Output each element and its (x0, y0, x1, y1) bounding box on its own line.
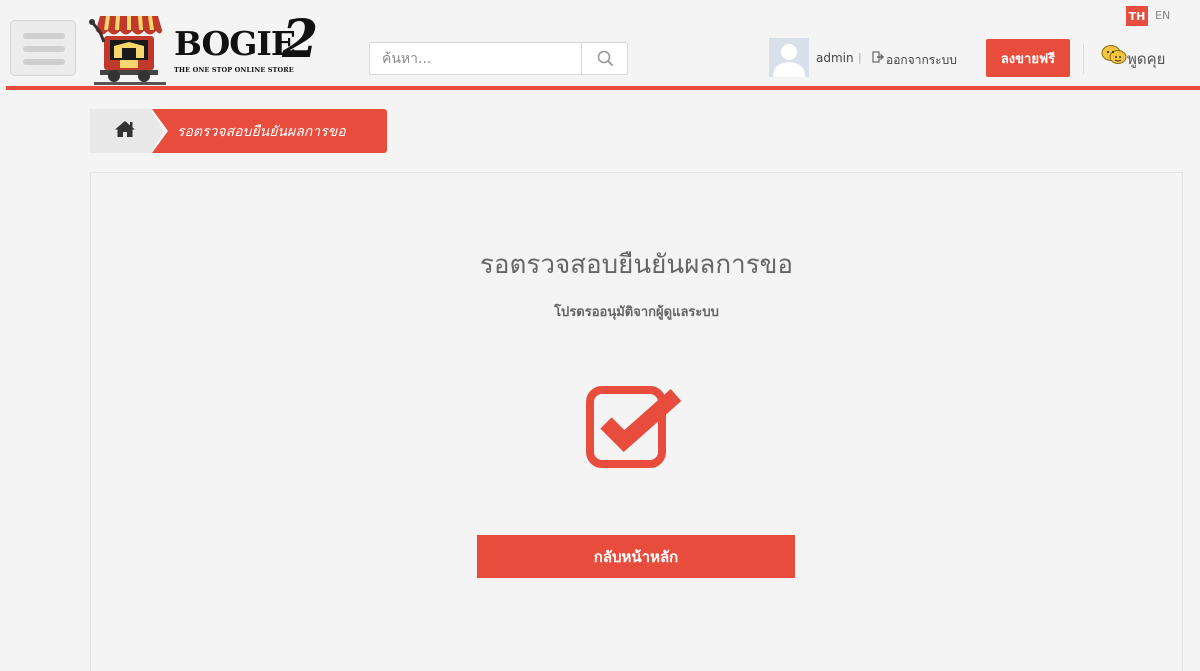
chat-link[interactable]: พูดคุย (1127, 47, 1165, 71)
header: BOGIE 2 THE ONE STOP ONLINE STORE admin … (0, 0, 1200, 92)
user-silhouette-icon (773, 44, 805, 77)
search-box (369, 42, 628, 75)
chat-bubbles-icon[interactable] (1101, 44, 1127, 66)
logout-icon[interactable] (872, 51, 884, 63)
username-link[interactable]: admin (816, 51, 854, 65)
search-input[interactable] (370, 43, 582, 74)
hamburger-menu-button[interactable] (10, 20, 76, 76)
sell-free-button[interactable]: ลงขายฟรี (986, 39, 1070, 77)
page-subtitle: โปรดรออนุมัติจากผู้ดูแลระบบ (554, 305, 719, 320)
breadcrumb-home[interactable] (90, 109, 156, 153)
logo-tagline: THE ONE STOP ONLINE STORE (174, 66, 294, 74)
back-to-home-button[interactable]: กลับหน้าหลัก (477, 535, 795, 578)
menu-bar-icon (23, 46, 65, 52)
logo-text: BOGIE (174, 24, 296, 63)
logout-link[interactable]: ออกจากระบบ (886, 51, 957, 70)
train-cart-icon (89, 15, 166, 85)
logo[interactable]: BOGIE 2 THE ONE STOP ONLINE STORE (86, 10, 336, 90)
language-en-button[interactable]: EN (1155, 9, 1170, 22)
search-button[interactable] (581, 43, 627, 74)
header-accent-line (6, 86, 1200, 90)
page-title: รอตรวจสอบยืนยันผลการขอ (479, 250, 794, 280)
avatar[interactable] (769, 38, 809, 77)
menu-bar-icon (23, 33, 65, 39)
logo-number: 2 (282, 9, 319, 70)
search-icon (597, 50, 613, 66)
divider (1083, 44, 1084, 74)
checked-box-icon (586, 386, 682, 468)
breadcrumb-label: รอตรวจสอบยืนยันผลการขอ (177, 124, 346, 140)
breadcrumb-chevron (150, 109, 164, 153)
separator: | (858, 51, 862, 64)
language-th-button[interactable]: TH (1126, 6, 1148, 26)
menu-bar-icon (23, 59, 65, 65)
home-icon (115, 121, 135, 137)
